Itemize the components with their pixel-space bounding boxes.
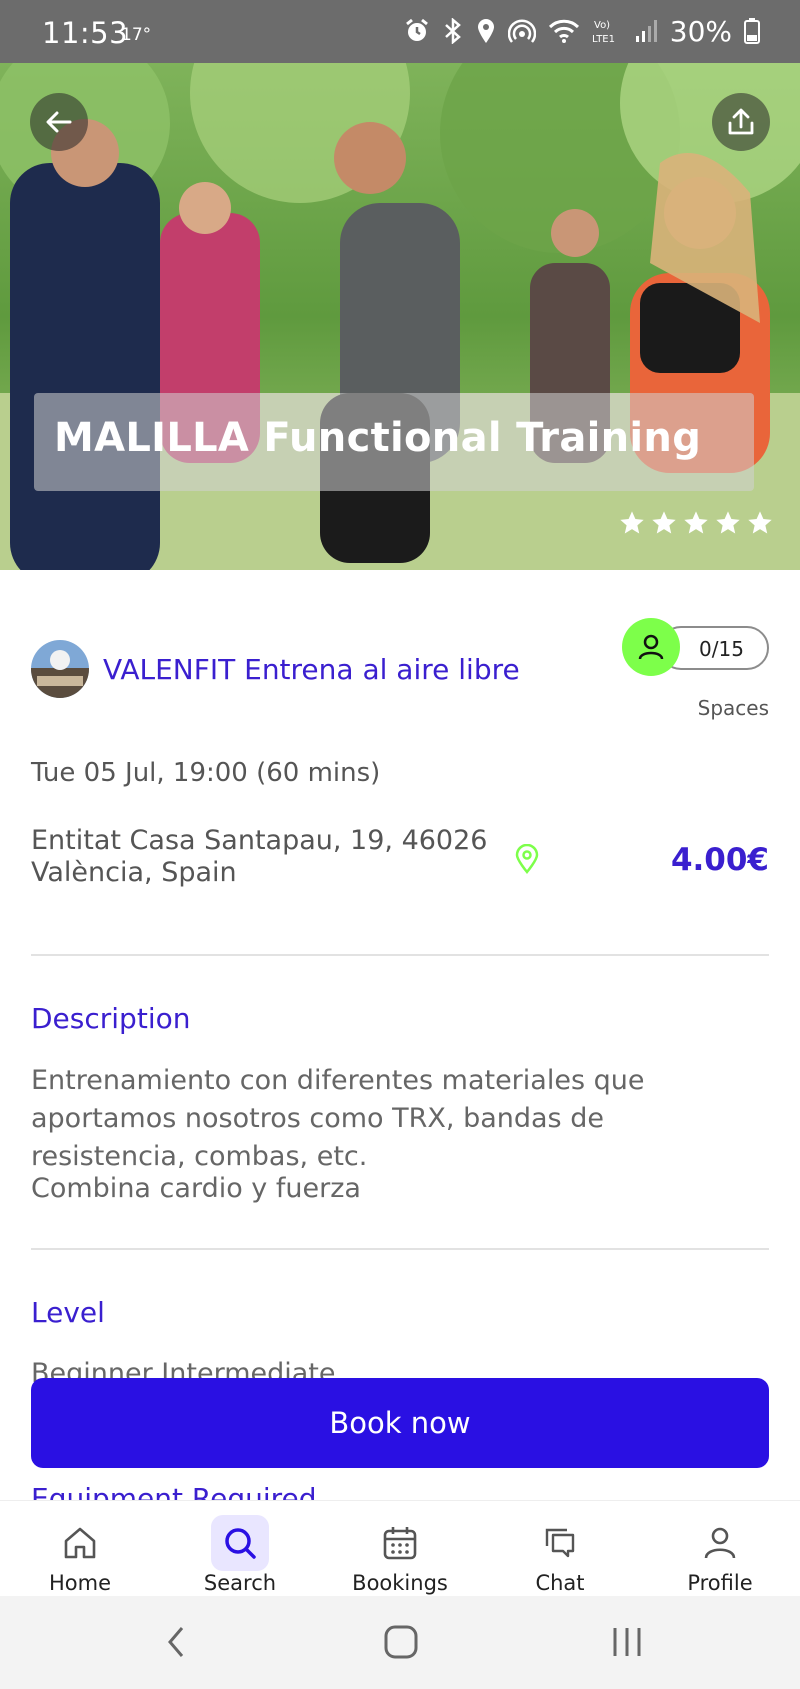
signal-icon	[635, 20, 657, 42]
star-icon	[716, 511, 740, 534]
share-icon	[728, 108, 754, 135]
search-icon	[225, 1528, 256, 1559]
volte-icon: Vo) LTE1	[592, 20, 615, 45]
nav-bookings-label: Bookings	[352, 1571, 448, 1595]
status-time: 11:53	[42, 16, 129, 50]
organizer-link[interactable]: VALENFIT Entrena al aire libre	[31, 640, 520, 698]
event-datetime: Tue 05 Jul, 19:00 (60 mins)	[31, 758, 381, 788]
bluetooth-icon	[444, 18, 461, 44]
book-now-button[interactable]: Book now	[31, 1378, 769, 1468]
description-line: aportamos nosotros como TRX, bandas de	[31, 1103, 604, 1134]
home-square-icon	[384, 1625, 418, 1659]
nav-home-label: Home	[48, 1571, 111, 1595]
title-overlay: MALILLA Functional Training	[34, 393, 754, 491]
home-icon	[64, 1527, 96, 1559]
bottom-nav: Home Search Bookings Chat Profile	[0, 1500, 800, 1596]
status-icons: Vo) LTE1 30%	[404, 14, 760, 48]
description-line: Entrenamiento con diferentes materiales …	[31, 1065, 645, 1096]
location-icon	[477, 19, 494, 43]
level-title: Level	[31, 1296, 105, 1329]
chevron-left-icon	[168, 1627, 184, 1657]
star-icon	[748, 511, 772, 534]
nav-icon-wrap	[371, 1515, 429, 1571]
event-hero: MALILLA Functional Training	[0, 63, 800, 570]
divider	[31, 1248, 769, 1250]
system-home-button[interactable]	[383, 1624, 419, 1664]
alarm-icon	[405, 18, 428, 41]
description-text: Entrenamiento con diferentes materiales …	[31, 1062, 771, 1208]
address-line-2: València, Spain	[31, 857, 237, 888]
arrow-left-icon	[46, 111, 72, 133]
system-back-button[interactable]	[164, 1624, 188, 1664]
nav-profile[interactable]: Profile	[650, 1501, 790, 1597]
nav-profile-label: Profile	[687, 1571, 753, 1595]
hotspot-icon	[507, 19, 536, 43]
star-icon	[652, 511, 676, 534]
user-icon	[638, 634, 664, 660]
description-title: Description	[31, 1002, 191, 1035]
map-pin-button[interactable]	[514, 843, 540, 878]
nav-icon-wrap	[211, 1515, 269, 1571]
organizer-name: VALENFIT Entrena al aire libre	[103, 652, 520, 686]
svg-text:LTE1: LTE1	[592, 34, 615, 45]
chat-icon	[545, 1528, 575, 1558]
nav-search-label: Search	[203, 1571, 277, 1595]
nav-icon-wrap	[531, 1515, 589, 1571]
battery-percent: 30%	[669, 14, 732, 48]
status-temperature: 17°	[121, 25, 152, 45]
spaces-user-badge	[622, 618, 680, 676]
event-photo	[0, 63, 800, 570]
divider	[31, 954, 769, 956]
map-pin-icon	[515, 843, 539, 874]
nav-search[interactable]: Search	[170, 1501, 310, 1597]
description-line: Combina cardio y fuerza	[31, 1173, 361, 1204]
recents-icon	[613, 1628, 641, 1656]
back-button[interactable]	[30, 93, 88, 151]
system-navigation-bar	[0, 1596, 800, 1689]
event-price: 4.00€	[670, 842, 769, 878]
battery-icon	[744, 18, 760, 44]
status-bar: 11:53 17° Vo) LTE1 30%	[0, 0, 800, 63]
spaces-indicator: 0/15	[622, 618, 769, 678]
organizer-avatar	[31, 640, 89, 698]
profile-icon	[704, 1527, 736, 1559]
star-icon	[620, 511, 644, 534]
svg-text:Vo): Vo)	[594, 20, 610, 31]
spaces-count: 0/15	[699, 637, 744, 661]
star-icon	[684, 511, 708, 534]
wifi-icon	[548, 19, 579, 43]
rating-stars	[618, 509, 774, 537]
nav-bookings[interactable]: Bookings	[330, 1501, 470, 1597]
spaces-label: Spaces	[697, 696, 769, 720]
calendar-icon	[383, 1527, 417, 1560]
system-recents-button[interactable]	[610, 1624, 644, 1664]
event-address: Entitat Casa Santapau, 19, 46026 Valènci…	[31, 825, 487, 889]
nav-chat[interactable]: Chat	[490, 1501, 630, 1597]
event-title: MALILLA Functional Training	[54, 415, 702, 461]
nav-icon-wrap	[691, 1515, 749, 1571]
address-line-1: Entitat Casa Santapau, 19, 46026	[31, 825, 488, 856]
nav-chat-label: Chat	[535, 1571, 585, 1595]
nav-home[interactable]: Home	[10, 1501, 150, 1597]
share-button[interactable]	[712, 93, 770, 151]
nav-icon-wrap	[51, 1515, 109, 1571]
